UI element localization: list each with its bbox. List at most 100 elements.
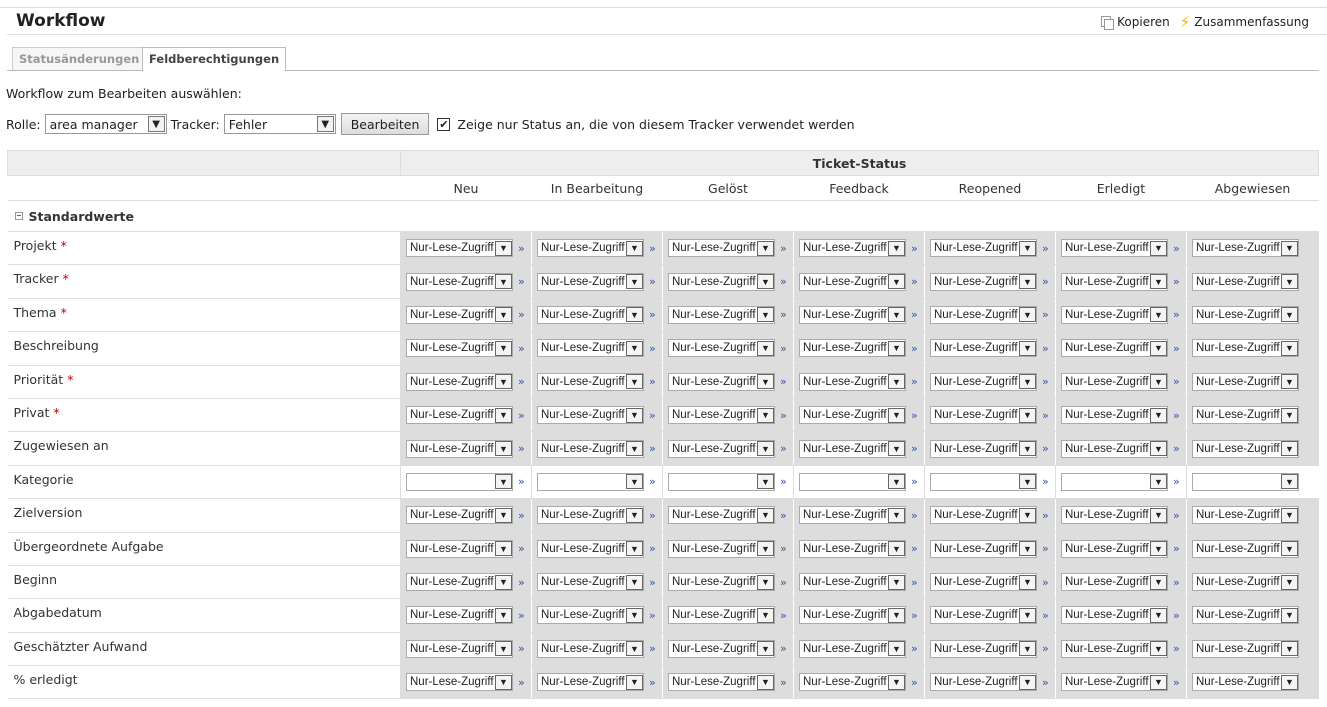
copy-right-icon[interactable]: »: [911, 308, 918, 321]
copy-right-icon[interactable]: »: [1173, 308, 1180, 321]
permission-select[interactable]: Nur-Lese-Zugriff ▼: [1192, 573, 1299, 592]
permission-select[interactable]: Nur-Lese-Zugriff ▼: [1061, 539, 1168, 558]
permission-select[interactable]: Nur-Lese-Zugriff ▼: [799, 673, 906, 692]
permission-select[interactable]: Nur-Lese-Zugriff ▼: [406, 639, 513, 658]
permission-select[interactable]: Nur-Lese-Zugriff ▼: [799, 339, 906, 358]
copy-right-icon[interactable]: »: [649, 642, 656, 655]
permission-select[interactable]: Nur-Lese-Zugriff ▼: [537, 606, 644, 625]
copy-right-icon[interactable]: »: [649, 242, 656, 255]
permission-select[interactable]: Nur-Lese-Zugriff ▼: [930, 573, 1037, 592]
permission-select[interactable]: Nur-Lese-Zugriff ▼: [930, 506, 1037, 525]
copy-right-icon[interactable]: »: [780, 375, 787, 388]
permission-select[interactable]: Nur-Lese-Zugriff ▼: [930, 239, 1037, 258]
permission-select[interactable]: Nur-Lese-Zugriff ▼: [930, 272, 1037, 291]
permission-select[interactable]: Nur-Lese-Zugriff ▼: [930, 339, 1037, 358]
copy-right-icon[interactable]: »: [911, 242, 918, 255]
permission-select[interactable]: Nur-Lese-Zugriff ▼: [1192, 673, 1299, 692]
permission-select[interactable]: Nur-Lese-Zugriff ▼: [799, 305, 906, 324]
tab-status-changes[interactable]: Statusänderungen: [12, 47, 147, 70]
permission-select[interactable]: ▼: [668, 472, 775, 491]
permission-select[interactable]: Nur-Lese-Zugriff ▼: [1061, 372, 1168, 391]
copy-right-icon[interactable]: »: [911, 275, 918, 288]
copy-right-icon[interactable]: »: [911, 442, 918, 455]
permission-select[interactable]: ▼: [406, 472, 513, 491]
copy-right-icon[interactable]: »: [1042, 609, 1049, 622]
copy-right-icon[interactable]: »: [780, 676, 787, 689]
copy-right-icon[interactable]: »: [649, 409, 656, 422]
permission-select[interactable]: Nur-Lese-Zugriff ▼: [668, 539, 775, 558]
copy-right-icon[interactable]: »: [518, 509, 525, 522]
permission-select[interactable]: Nur-Lese-Zugriff ▼: [668, 305, 775, 324]
permission-select[interactable]: Nur-Lese-Zugriff ▼: [668, 272, 775, 291]
edit-button[interactable]: Bearbeiten: [340, 113, 430, 135]
permission-select[interactable]: Nur-Lese-Zugriff ▼: [406, 506, 513, 525]
permission-select[interactable]: ▼: [1061, 472, 1168, 491]
permission-select[interactable]: Nur-Lese-Zugriff ▼: [1192, 406, 1299, 425]
permission-select[interactable]: Nur-Lese-Zugriff ▼: [930, 372, 1037, 391]
permission-select[interactable]: Nur-Lese-Zugriff ▼: [930, 606, 1037, 625]
copy-right-icon[interactable]: »: [649, 475, 656, 488]
copy-right-icon[interactable]: »: [1173, 676, 1180, 689]
permission-select[interactable]: ▼: [930, 472, 1037, 491]
permission-select[interactable]: Nur-Lese-Zugriff ▼: [406, 673, 513, 692]
copy-right-icon[interactable]: »: [1042, 308, 1049, 321]
copy-right-icon[interactable]: »: [911, 375, 918, 388]
copy-right-icon[interactable]: »: [780, 542, 787, 555]
permission-select[interactable]: Nur-Lese-Zugriff ▼: [537, 439, 644, 458]
permission-select[interactable]: Nur-Lese-Zugriff ▼: [668, 239, 775, 258]
copy-right-icon[interactable]: »: [518, 342, 525, 355]
permission-select[interactable]: Nur-Lese-Zugriff ▼: [537, 239, 644, 258]
permission-select[interactable]: Nur-Lese-Zugriff ▼: [1061, 506, 1168, 525]
permission-select[interactable]: Nur-Lese-Zugriff ▼: [406, 606, 513, 625]
copy-right-icon[interactable]: »: [1173, 375, 1180, 388]
copy-right-icon[interactable]: »: [780, 609, 787, 622]
permission-select[interactable]: Nur-Lese-Zugriff ▼: [1061, 639, 1168, 658]
permission-select[interactable]: Nur-Lese-Zugriff ▼: [799, 372, 906, 391]
permission-select[interactable]: Nur-Lese-Zugriff ▼: [1192, 539, 1299, 558]
copy-right-icon[interactable]: »: [911, 542, 918, 555]
copy-right-icon[interactable]: »: [649, 676, 656, 689]
copy-right-icon[interactable]: »: [649, 375, 656, 388]
copy-right-icon[interactable]: »: [518, 308, 525, 321]
copy-right-icon[interactable]: »: [518, 642, 525, 655]
copy-right-icon[interactable]: »: [1173, 576, 1180, 589]
permission-select[interactable]: Nur-Lese-Zugriff ▼: [668, 506, 775, 525]
permission-select[interactable]: Nur-Lese-Zugriff ▼: [930, 639, 1037, 658]
copy-right-icon[interactable]: »: [1173, 342, 1180, 355]
permission-select[interactable]: Nur-Lese-Zugriff ▼: [1061, 606, 1168, 625]
tab-field-permissions[interactable]: Feldberechtigungen: [142, 47, 287, 71]
permission-select[interactable]: Nur-Lese-Zugriff ▼: [406, 539, 513, 558]
permission-select[interactable]: Nur-Lese-Zugriff ▼: [406, 372, 513, 391]
copy-right-icon[interactable]: »: [911, 609, 918, 622]
copy-right-icon[interactable]: »: [780, 275, 787, 288]
copy-right-icon[interactable]: »: [518, 242, 525, 255]
copy-right-icon[interactable]: »: [780, 576, 787, 589]
copy-right-icon[interactable]: »: [649, 509, 656, 522]
permission-select[interactable]: Nur-Lese-Zugriff ▼: [1061, 573, 1168, 592]
permission-select[interactable]: Nur-Lese-Zugriff ▼: [799, 539, 906, 558]
permission-select[interactable]: Nur-Lese-Zugriff ▼: [668, 372, 775, 391]
permission-select[interactable]: Nur-Lese-Zugriff ▼: [930, 673, 1037, 692]
permission-select[interactable]: ▼: [799, 472, 906, 491]
permission-select[interactable]: Nur-Lese-Zugriff ▼: [930, 305, 1037, 324]
copy-right-icon[interactable]: »: [1042, 676, 1049, 689]
copy-right-icon[interactable]: »: [518, 542, 525, 555]
copy-right-icon[interactable]: »: [911, 642, 918, 655]
copy-right-icon[interactable]: »: [780, 242, 787, 255]
copy-right-icon[interactable]: »: [1173, 509, 1180, 522]
permission-select[interactable]: Nur-Lese-Zugriff ▼: [1061, 305, 1168, 324]
collapse-icon[interactable]: [14, 211, 23, 220]
copy-right-icon[interactable]: »: [1173, 242, 1180, 255]
permission-select[interactable]: Nur-Lese-Zugriff ▼: [406, 239, 513, 258]
permission-select[interactable]: Nur-Lese-Zugriff ▼: [668, 339, 775, 358]
permission-select[interactable]: Nur-Lese-Zugriff ▼: [1192, 639, 1299, 658]
copy-right-icon[interactable]: »: [518, 409, 525, 422]
permission-select[interactable]: Nur-Lese-Zugriff ▼: [537, 272, 644, 291]
copy-right-icon[interactable]: »: [911, 342, 918, 355]
copy-right-icon[interactable]: »: [911, 509, 918, 522]
permission-select[interactable]: Nur-Lese-Zugriff ▼: [668, 439, 775, 458]
copy-right-icon[interactable]: »: [649, 542, 656, 555]
permission-select[interactable]: ▼: [537, 472, 644, 491]
copy-right-icon[interactable]: »: [911, 576, 918, 589]
permission-select[interactable]: Nur-Lese-Zugriff ▼: [406, 339, 513, 358]
